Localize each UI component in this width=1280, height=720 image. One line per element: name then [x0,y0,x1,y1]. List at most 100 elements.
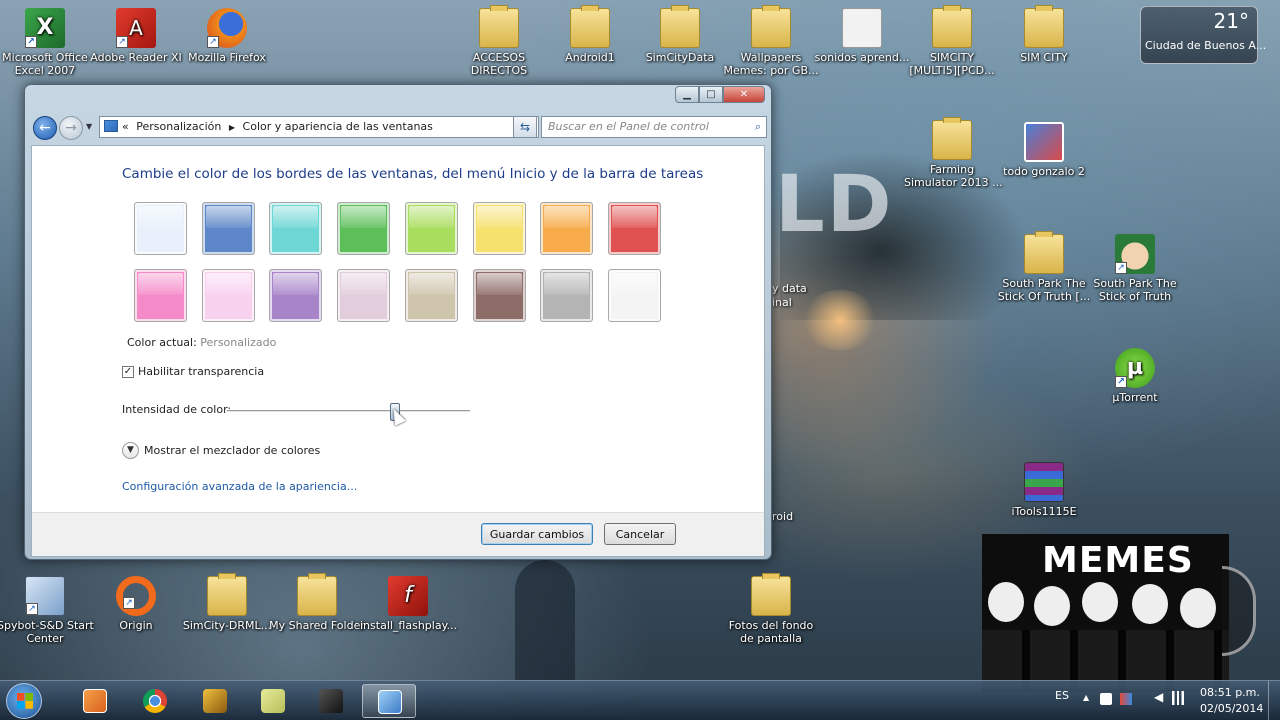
desktop-icon-wallpapers[interactable]: Wallpapers Memes: por GB... [723,5,819,77]
desktop-icon-sonidos[interactable]: sonidos aprend... [814,8,910,64]
desktop-icon-origin[interactable]: ↗ Origin [88,576,184,632]
start-button[interactable] [6,683,42,719]
cancel-button[interactable]: Cancelar [604,523,676,545]
desktop-icon-label: South Park The Stick Of Truth [... [997,277,1091,303]
color-swatch[interactable] [472,269,526,322]
taskbar-camera[interactable] [304,684,358,718]
dialog-footer: Guardar cambios Cancelar [32,512,764,556]
intensity-slider[interactable] [227,403,470,421]
desktop-icon-android1[interactable]: Android1 [542,5,638,64]
desktop-icon-farming-simulator[interactable]: Farming Simulator 2013 ... [904,117,1003,189]
desktop-icon-excel[interactable]: X ↗ Microsoft Office Excel 2007 [0,8,93,77]
desktop-icon-label: sonidos aprend... [814,51,910,64]
desktop-icon-label: µTorrent [1112,391,1158,404]
color-swatch[interactable] [337,269,391,322]
recent-pages-dropdown[interactable]: ▼ [86,122,92,131]
color-swatch[interactable] [134,269,187,322]
color-swatch[interactable] [134,202,187,255]
refresh-button[interactable]: ⇆ [513,116,537,138]
color-swatch[interactable] [269,269,323,322]
color-swatch[interactable] [201,202,255,255]
breadcrumb-color-apariencia[interactable]: Color y apariencia de las ventanas [243,120,433,133]
transparency-checkbox[interactable]: ✓ [122,366,134,378]
folder-icon [660,5,700,48]
desktop-icon-south-park-folder[interactable]: South Park The Stick Of Truth [... [996,231,1092,303]
taskbar-winamp[interactable] [188,684,242,718]
breadcrumb-separator-icon[interactable]: ▶ [229,123,235,132]
advanced-appearance-link[interactable]: Configuración avanzada de la apariencia.… [122,480,357,493]
media-player-icon [83,689,107,713]
desktop-icon-label: SimCityData [645,51,715,64]
save-changes-button[interactable]: Guardar cambios [481,523,593,545]
desktop-icon-simcity-multi5[interactable]: SIMCITY [MULTI5][PCD... [904,5,1000,77]
desktop-icon-label: Adobe Reader XI [90,51,182,64]
tray-volume-icon[interactable]: ◀ [1154,690,1163,704]
tray-clock-date[interactable]: 02/05/2014 [1200,702,1263,715]
weather-gadget[interactable]: 21° Ciudad de Buenos A... [1140,6,1266,64]
search-icon[interactable]: ⌕ [755,117,761,137]
color-swatch[interactable] [607,269,661,322]
tray-clock-time[interactable]: 08:51 p.m. [1200,686,1260,699]
tray-network-icon[interactable] [1172,691,1184,705]
color-swatch[interactable] [607,202,661,255]
minimize-button[interactable]: ▁ [675,86,699,103]
color-swatch[interactable] [540,202,594,255]
folder-icon [1024,231,1064,274]
color-swatch[interactable] [201,269,255,322]
desktop-icon-accesos-directos[interactable]: ACCESOS DIRECTOS [451,5,547,77]
desktop-icon-label: Spybot-S&D Start Center [0,619,94,645]
breadcrumb-personalizacion[interactable]: Personalización [136,120,221,133]
desktop-icon-itools[interactable]: iTools1115E [996,462,1092,518]
color-swatch[interactable] [404,269,458,322]
mixer-toggle-button[interactable]: ▼ [122,442,139,459]
desktop-icon-simcitydata[interactable]: SimCityData [632,5,728,64]
control-panel-window: ▁ □ ✕ ← → ▼ « Personalización ▶ Color y … [24,84,772,560]
folder-icon [207,573,247,616]
desktop-icon-firefox[interactable]: ↗ Mozilla Firefox [179,8,275,64]
desktop-icon-install-flash[interactable]: f install_flashplay... [360,576,457,632]
address-chevron[interactable]: « [122,120,129,133]
meme-face [1034,586,1070,626]
desktop-icon-label: SimCity-DRML... [182,619,272,632]
taskbar-chrome[interactable] [128,684,182,718]
firefox-icon: ↗ [207,8,247,48]
color-swatch[interactable] [404,202,458,255]
back-button[interactable]: ← [33,116,57,140]
weather-city: Ciudad de Buenos A... [1145,39,1267,52]
clock-gadget[interactable] [1222,566,1256,656]
tray-flag-icon[interactable] [1120,693,1132,705]
search-input[interactable]: Buscar en el Panel de control ⌕ [541,116,767,138]
desktop-icon-spybot[interactable]: ↗ Spybot-S&D Start Center [0,576,94,645]
tray-action-center-icon[interactable] [1100,693,1112,705]
maximize-button[interactable]: □ [699,86,723,103]
close-button[interactable]: ✕ [723,86,765,103]
desktop-icon-utorrent[interactable]: µ ↗ µTorrent [1087,348,1183,404]
show-desktop-button[interactable] [1268,681,1280,720]
show-hidden-icons-button[interactable]: ▲ [1083,693,1089,702]
desktop-icon-south-park-game[interactable]: ↗ South Park The Stick of Truth [1087,234,1183,303]
taskbar-control-panel[interactable] [362,684,416,718]
forward-button[interactable]: → [59,116,83,140]
mixer-toggle-label[interactable]: Mostrar el mezclador de colores [144,444,320,457]
desktop-icon-todo-gonzalo[interactable]: todo gonzalo 2 [996,122,1092,178]
color-swatch[interactable] [269,202,323,255]
folder-icon [751,5,791,48]
desktop-icon-adobe-reader[interactable]: A ↗ Adobe Reader XI [88,8,184,64]
folder-icon [751,573,791,616]
desktop-icon-label: Farming Simulator 2013 ... [904,163,1003,189]
desktop-icon-fotos-fondo[interactable]: Fotos del fondo de pantalla [723,573,819,645]
transparency-label[interactable]: Habilitar transparencia [138,365,264,378]
color-swatch[interactable] [472,202,526,255]
language-indicator[interactable]: ES [1055,689,1069,702]
taskbar-media-player[interactable] [68,684,122,718]
shortcut-arrow-icon: ↗ [1115,376,1127,388]
address-bar[interactable]: « Personalización ▶ Color y apariencia d… [99,116,539,138]
color-swatch[interactable] [337,202,391,255]
current-color-value: Personalizado [200,336,277,349]
desktop-icon-my-shared-folder[interactable]: My Shared Folder [269,573,365,632]
desktop-icon-simcity-drml[interactable]: SimCity-DRML... [179,573,275,632]
taskbar-notes[interactable] [246,684,300,718]
desktop-icon-sim-city[interactable]: SIM CITY [996,5,1092,64]
desktop-icon-label: todo gonzalo 2 [1003,165,1085,178]
color-swatch[interactable] [540,269,594,322]
